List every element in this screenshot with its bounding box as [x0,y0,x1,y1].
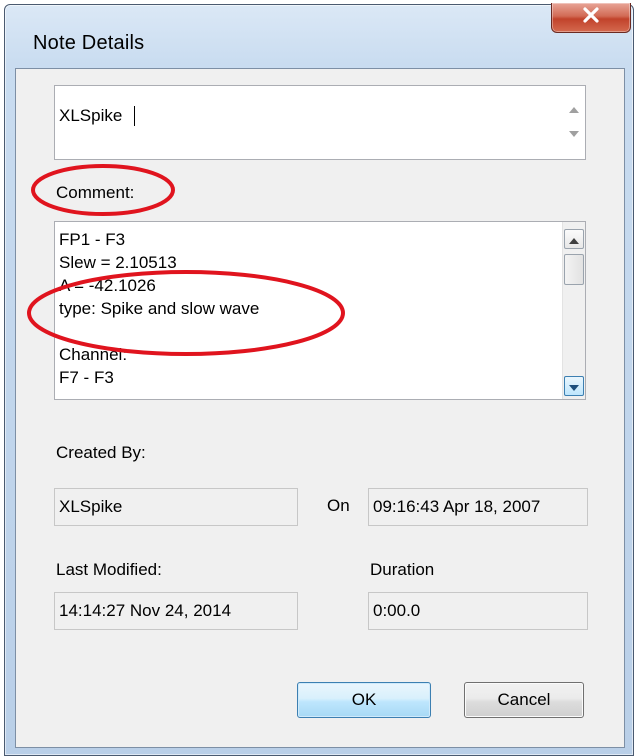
created-on-value: 09:16:43 Apr 18, 2007 [373,497,541,516]
close-icon [581,7,601,28]
comment-line: Slew = 2.10513 [59,253,177,272]
last-modified-label: Last Modified: [56,560,162,579]
scroll-up-button[interactable] [564,229,584,249]
arrow-up-icon [569,98,579,118]
last-modified-field: 14:14:27 Nov 24, 2014 [54,592,298,630]
scroll-up-arrow[interactable] [564,98,584,118]
cancel-button[interactable]: Cancel [464,682,584,718]
comment-text-area[interactable]: FP1 - F3 Slew = 2.10513 A = -42.1026 typ… [54,221,586,400]
title-bar[interactable]: Note Details [5,3,633,77]
comment-line: type: Spike and slow wave [59,299,260,318]
comment-line: FP1 - F3 [59,230,126,249]
text-cursor [134,106,135,126]
arrow-down-icon [569,122,579,142]
duration-value: 0:00.0 [373,601,421,620]
close-button[interactable] [551,3,631,33]
comment-scrollbar[interactable] [562,222,585,399]
note-details-window: Note Details XLSpike Comment: FP1 - F3 S… [4,3,634,756]
arrow-down-icon [569,376,579,396]
cancel-button-label: Cancel [497,690,551,709]
created-by-field: XLSpike [54,488,298,526]
scroll-down-button[interactable] [564,376,584,396]
note-text-field[interactable]: XLSpike [54,85,586,160]
created-by-label: Created By: [56,443,146,462]
window-title: Note Details [33,32,145,54]
comment-line: F7 - F3 [59,368,114,387]
note-text-value: XLSpike [59,106,123,125]
comment-line: A = -42.1026 [59,276,156,295]
scroll-down-arrow[interactable] [564,122,584,142]
dialog-body: XLSpike Comment: FP1 - F3 Slew = 2.10513… [15,68,625,748]
duration-label: Duration [370,560,435,579]
on-label: On [327,496,350,515]
comment-line: Channel: [59,345,128,364]
last-modified-value: 14:14:27 Nov 24, 2014 [59,601,232,620]
arrow-up-icon [569,229,579,249]
duration-field: 0:00.0 [368,592,588,630]
comment-text: FP1 - F3 Slew = 2.10513 A = -42.1026 typ… [59,228,259,389]
scroll-thumb[interactable] [564,254,584,285]
comment-label: Comment: [56,183,135,202]
created-by-value: XLSpike [59,497,123,516]
note-scrollbar[interactable] [563,86,585,159]
ok-button-label: OK [351,690,377,709]
ok-button[interactable]: OK [297,682,431,718]
comment-line [59,320,259,343]
created-on-field: 09:16:43 Apr 18, 2007 [368,488,588,526]
